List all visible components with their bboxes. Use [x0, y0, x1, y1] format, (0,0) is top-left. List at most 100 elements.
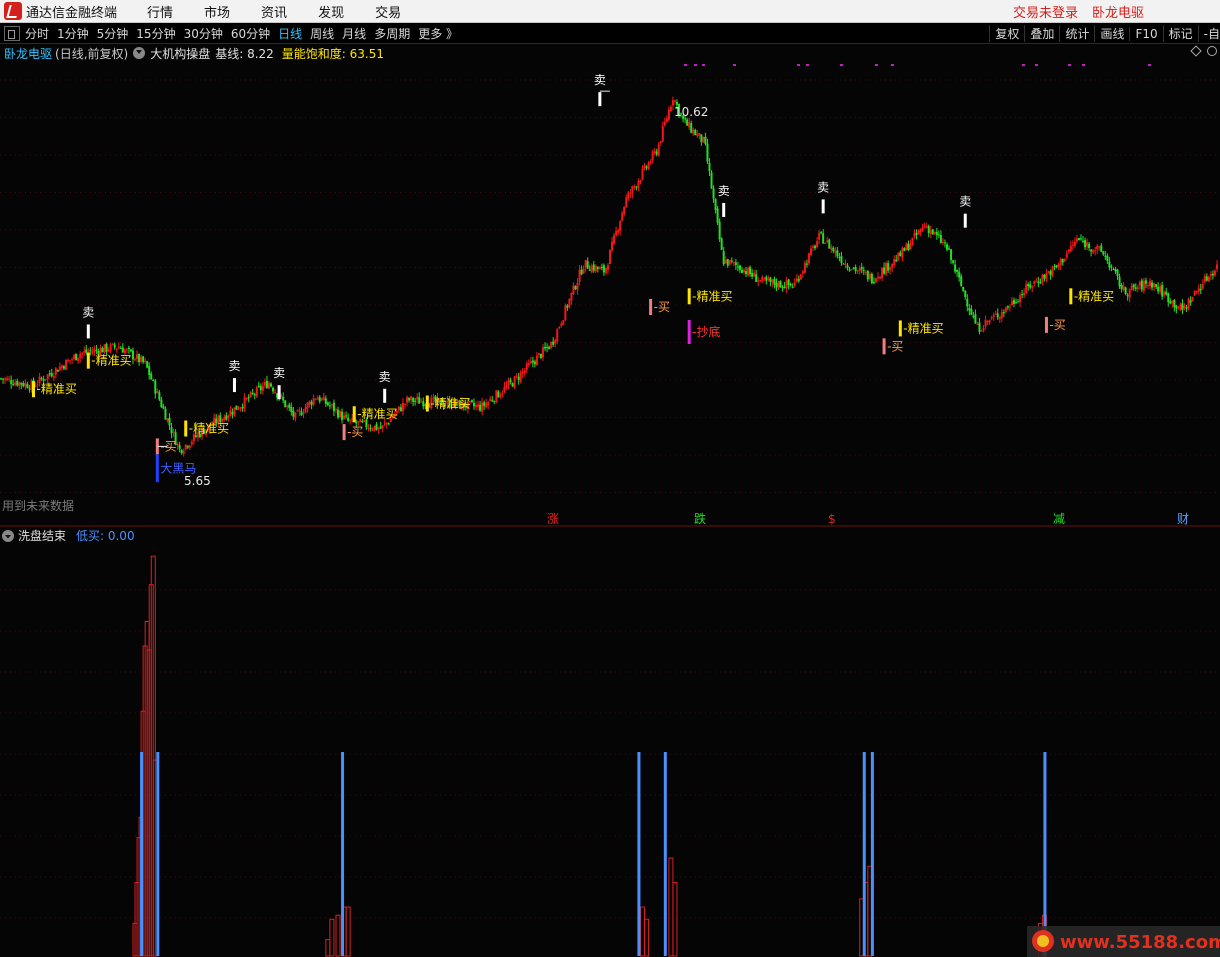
- candle-down: [1140, 280, 1143, 290]
- precise-buy-label: -精准买: [692, 289, 732, 303]
- candle-down: [10, 380, 13, 385]
- candle-down: [712, 188, 715, 199]
- candle-down: [720, 238, 723, 250]
- candle-down: [588, 269, 591, 271]
- candle-up: [1171, 300, 1174, 304]
- sell-signal-bar: [232, 378, 236, 393]
- candle-down: [1112, 268, 1115, 270]
- candle-up: [767, 278, 770, 280]
- candle-up: [876, 276, 879, 279]
- high-price-label: 10.62: [674, 105, 708, 119]
- candle-up: [584, 260, 587, 268]
- candle-up: [582, 268, 585, 274]
- candle-up: [917, 230, 920, 234]
- candle-up: [550, 341, 553, 348]
- candle-up: [793, 282, 796, 286]
- candle-down: [931, 229, 934, 234]
- candle-up: [519, 372, 522, 382]
- precise-buy-label: -精准买: [91, 354, 131, 368]
- candle-down: [160, 399, 163, 407]
- candle-up: [1163, 292, 1166, 296]
- candle-up: [322, 396, 325, 401]
- candle-up: [52, 375, 55, 378]
- candle-up: [982, 328, 985, 331]
- candle-down: [797, 279, 800, 281]
- candle-up: [383, 423, 386, 425]
- candle-up: [663, 122, 666, 126]
- candle-down: [1161, 285, 1164, 297]
- candle-down: [755, 274, 758, 282]
- candle-up: [1010, 301, 1013, 306]
- precise-buy-label: -精准买: [357, 407, 397, 421]
- wash-end-red-bar: [668, 857, 674, 957]
- candle-down: [1132, 284, 1135, 288]
- candle-down: [251, 392, 254, 394]
- top-event-dot: [702, 64, 705, 66]
- candle-up: [255, 387, 258, 397]
- candle-up: [46, 374, 49, 380]
- candle-down: [336, 409, 339, 418]
- candle-down: [1181, 303, 1184, 311]
- candle-down: [1169, 301, 1172, 304]
- candle-down: [690, 123, 693, 133]
- candle-up: [844, 263, 847, 265]
- candle-down: [375, 424, 378, 430]
- candle-up: [44, 379, 47, 381]
- candle-up: [267, 382, 270, 389]
- candle-up: [501, 393, 504, 395]
- candle-down: [225, 415, 228, 420]
- candle-down: [935, 231, 938, 235]
- candle-up: [753, 272, 756, 277]
- candle-down: [779, 281, 782, 288]
- candle-down: [903, 248, 906, 252]
- candle-down: [706, 143, 709, 162]
- sell-signal-label: 卖: [817, 180, 829, 194]
- candle-down: [586, 261, 589, 269]
- candle-down: [231, 412, 234, 415]
- candle-up: [188, 445, 191, 449]
- candle-down: [840, 256, 843, 263]
- candle-up: [598, 267, 601, 270]
- precise-buy-bar: [352, 406, 356, 423]
- candle-down: [716, 208, 719, 223]
- candle-up: [239, 407, 242, 410]
- candle-down: [1015, 302, 1018, 304]
- candle-up: [349, 419, 352, 421]
- candle-down: [332, 402, 335, 412]
- candle-down: [1173, 299, 1176, 308]
- candle-up: [911, 237, 914, 245]
- candle-up: [385, 422, 388, 425]
- sell-signal-label: 卖: [594, 73, 606, 87]
- precise-buy-bar: [31, 381, 35, 398]
- candle-down: [1082, 240, 1085, 242]
- candle-up: [406, 397, 409, 403]
- candle-down: [1029, 284, 1032, 288]
- candle-up: [527, 363, 530, 366]
- candle-down: [75, 353, 78, 361]
- top-event-dot: [840, 64, 843, 66]
- candle-up: [306, 402, 309, 409]
- candle-up: [905, 243, 908, 250]
- candle-down: [734, 262, 737, 266]
- candle-down: [820, 232, 823, 234]
- candle-up: [136, 354, 139, 359]
- candle-up: [1051, 266, 1054, 275]
- candle-up: [1063, 258, 1066, 262]
- candle-down: [968, 308, 971, 311]
- candle-down: [253, 394, 256, 396]
- top-event-dot: [1148, 64, 1151, 66]
- candle-down: [20, 382, 23, 385]
- candle-down: [95, 349, 98, 351]
- candle-down: [85, 349, 88, 353]
- candle-up: [556, 329, 559, 342]
- candle-up: [24, 382, 27, 387]
- candle-down: [152, 379, 155, 381]
- candle-down: [773, 278, 776, 285]
- precise-buy-bar: [86, 352, 90, 369]
- candle-up: [416, 397, 419, 400]
- candle-down: [574, 286, 577, 290]
- candle-down: [838, 257, 841, 259]
- candle-up: [623, 206, 626, 214]
- candle-up: [649, 161, 652, 164]
- candle-down: [948, 248, 951, 250]
